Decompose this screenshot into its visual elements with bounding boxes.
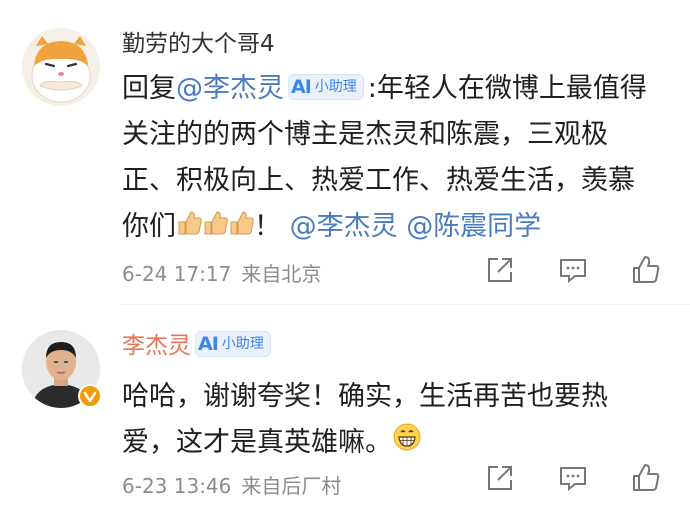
avatar-author[interactable] — [22, 330, 102, 408]
ai-assistant-badge[interactable]: AI 小助理 — [195, 330, 271, 357]
comment-time: 6-24 17:17 — [122, 262, 232, 286]
comment-divider — [120, 304, 690, 305]
like-icon[interactable] — [630, 462, 662, 494]
ai-assistant-badge[interactable]: AI 小助理 — [288, 73, 364, 100]
comment-1: 勤劳的大个哥4 回复@李杰灵 AI 小助理:年轻人在微博上最值得关注的的两个博主是杰… — [0, 0, 690, 300]
thumbs-up-emoji-icon — [176, 205, 254, 251]
author-name[interactable]: 李杰灵 — [122, 333, 191, 359]
grin-emoji-icon — [392, 421, 422, 467]
hamster-avatar-icon — [22, 28, 100, 106]
ai-logo-icon: AI — [291, 75, 312, 98]
comment-location: 来自北京 — [241, 262, 322, 286]
mention-2[interactable]: @陈震同学 — [406, 211, 541, 242]
comment-time: 6-23 13:46 — [122, 474, 232, 498]
comment-location: 来自后厂村 — [241, 474, 342, 498]
mention-1[interactable]: @李杰灵 — [290, 211, 398, 242]
comment-2: 李杰灵 AI 小助理 哈哈，谢谢夸奖！确实，生活再苦也要热爱，这才是真英雄嘛。 6-… — [0, 312, 690, 532]
ai-badge-label: 小助理 — [314, 78, 357, 95]
comment-icon[interactable] — [557, 462, 589, 494]
comment-text: 哈哈，谢谢夸奖！确实，生活再苦也要热爱，这才是真英雄嘛。 — [122, 381, 608, 458]
reply-mention[interactable]: @李杰灵 — [176, 73, 284, 104]
reply-prefix: 回复 — [122, 73, 176, 104]
comment-body: 哈哈，谢谢夸奖！确实，生活再苦也要热爱，这才是真英雄嘛。 — [122, 374, 652, 467]
ai-badge-label: 小助理 — [221, 335, 264, 352]
comment-actions — [448, 254, 662, 286]
comment-meta: 6-23 13:46 来自后厂村 — [122, 470, 341, 499]
comment-body: 回复@李杰灵 AI 小助理:年轻人在微博上最值得关注的的两个博主是杰灵和陈震，三观极… — [122, 66, 652, 251]
comment-icon[interactable] — [557, 254, 589, 286]
comment-username[interactable]: 勤劳的大个哥4 — [122, 28, 275, 60]
like-icon[interactable] — [630, 254, 662, 286]
comment-actions — [448, 462, 662, 494]
share-icon[interactable] — [484, 462, 516, 494]
comment-username[interactable]: 李杰灵 AI 小助理 — [122, 330, 275, 362]
exclaim: ！ — [254, 211, 281, 242]
share-icon[interactable] — [484, 254, 516, 286]
ai-logo-icon: AI — [198, 332, 219, 355]
comment-meta: 6-24 17:17 来自北京 — [122, 258, 321, 287]
avatar-hamster[interactable] — [22, 28, 100, 106]
verified-badge-icon — [78, 384, 102, 408]
